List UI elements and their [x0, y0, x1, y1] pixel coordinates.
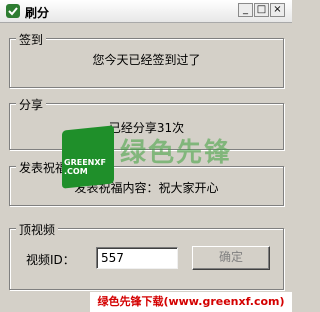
- video-id-input[interactable]: 557: [96, 247, 178, 269]
- title-bar[interactable]: 刷分 _ □ ×: [0, 0, 292, 23]
- greenxf-logo-icon: [62, 125, 114, 189]
- watermark-logo-text-1: GREENXF: [64, 158, 106, 167]
- signin-group: 签到 您今天已经签到过了: [9, 31, 284, 88]
- close-button[interactable]: ×: [270, 3, 285, 17]
- maximize-button[interactable]: □: [254, 3, 269, 17]
- watermark-logo-text-2: .COM: [64, 167, 88, 176]
- window-title: 刷分: [25, 6, 50, 20]
- top-video-group: 顶视频 视频ID： 557 确定: [9, 221, 284, 290]
- site-banner: 绿色先锋下载(www.greenxf.com): [90, 292, 292, 312]
- app-icon: [6, 4, 20, 18]
- watermark: GREENXF .COM 绿色先锋: [56, 124, 266, 194]
- share-group-title: 分享: [16, 96, 47, 113]
- top-video-group-title: 顶视频: [16, 221, 59, 238]
- confirm-button[interactable]: 确定: [192, 246, 270, 270]
- watermark-logo-text: GREENXF .COM: [64, 158, 106, 176]
- minimize-button[interactable]: _: [238, 3, 253, 17]
- signin-status-text: 您今天已经签到过了: [92, 53, 201, 67]
- video-id-label: 视频ID：: [26, 253, 75, 267]
- watermark-word: 绿色先锋: [120, 138, 233, 168]
- signin-group-title: 签到: [16, 31, 47, 48]
- main-window: 刷分 _ □ × 签到 您今天已经签到过了 分享 已经分享31次 发表祝福 发表…: [0, 0, 292, 312]
